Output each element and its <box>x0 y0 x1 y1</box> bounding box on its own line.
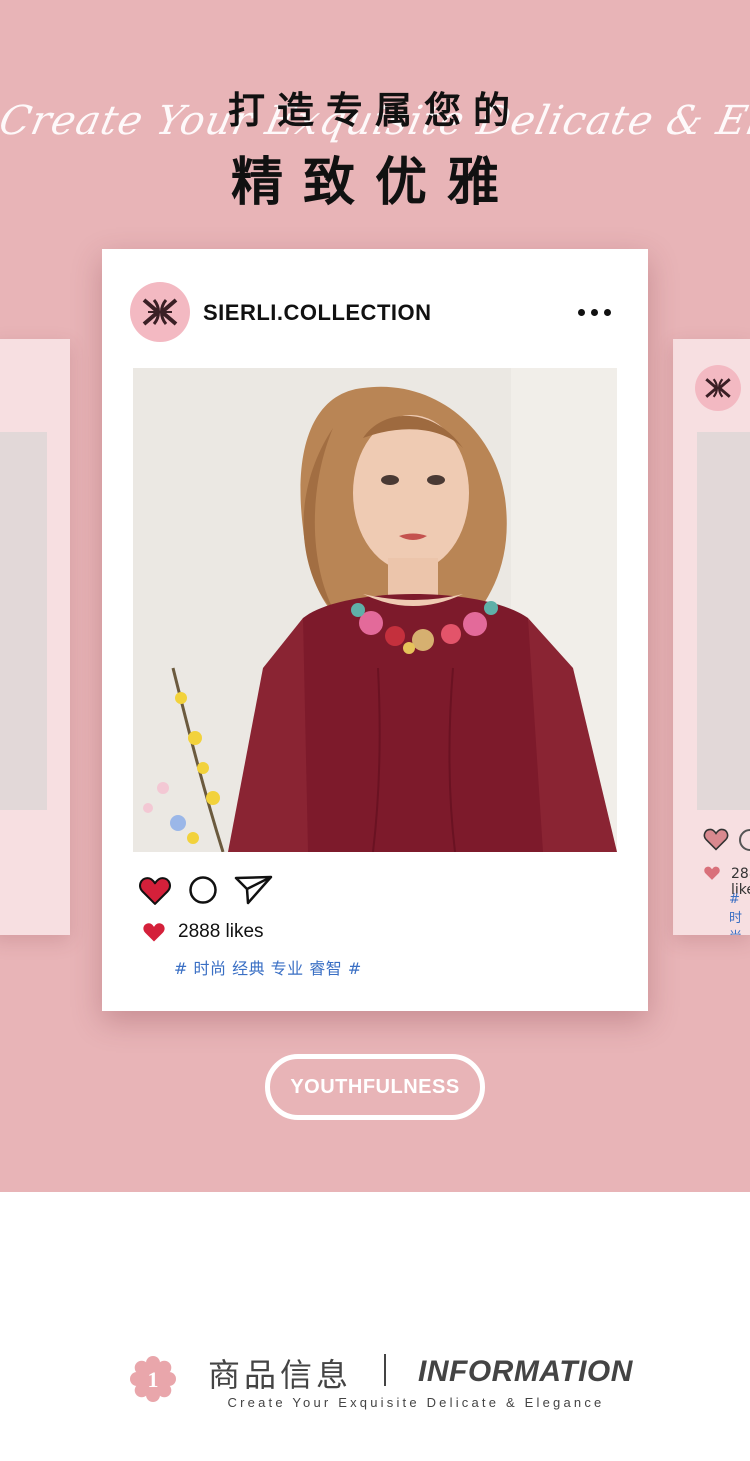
youthfulness-button[interactable]: YOUTHFULNESS <box>265 1054 485 1120</box>
comment-button[interactable] <box>188 875 218 905</box>
more-dots-icon <box>578 309 585 316</box>
like-button[interactable] <box>138 875 172 906</box>
info-title-en: INFORMATION <box>418 1355 633 1388</box>
heart-icon <box>143 923 165 942</box>
side-card-right: 2888 likes # 时尚 <box>673 339 750 935</box>
heart-icon <box>703 828 729 851</box>
share-icon <box>234 875 273 905</box>
post-photo[interactable] <box>133 368 617 852</box>
comment-icon <box>189 876 217 904</box>
comment-icon <box>739 829 750 851</box>
likes-count[interactable]: 2888 likes <box>178 921 264 943</box>
brand-logo-icon <box>142 298 178 326</box>
account-name[interactable]: SIERLI.COLLECTION <box>203 300 432 326</box>
badge-number: 1 <box>148 1367 159 1392</box>
hero-title-top: 打造专属您的 <box>228 89 522 132</box>
brand-avatar[interactable] <box>130 282 190 342</box>
hero-title-main: 精致优雅 <box>230 153 519 213</box>
brand-logo-icon <box>705 378 731 398</box>
post-tags[interactable]: # 时尚 经典 专业 睿智 # <box>174 955 362 979</box>
youthfulness-label: YOUTHFULNESS <box>290 1075 460 1098</box>
model-photo-illustration <box>133 368 617 852</box>
likes-row: 2888 likes <box>142 921 264 943</box>
post-actions <box>138 874 274 906</box>
heart-icon <box>139 876 171 905</box>
info-title-cn: 商品信息 <box>208 1356 353 1394</box>
side-tags-text: # 时尚 <box>729 892 743 935</box>
side-card-photo <box>0 432 47 810</box>
more-dots-icon <box>591 309 598 316</box>
heart-icon <box>704 866 720 880</box>
share-button[interactable] <box>234 874 274 906</box>
side-card-left <box>0 339 70 935</box>
info-subtitle: Create Your Exquisite Delicate & Eleganc… <box>227 1395 605 1410</box>
hero-section: 打造专属您的 Create Your Exquisite Delicate & … <box>0 0 750 1192</box>
info-divider <box>384 1354 386 1386</box>
side-brand-avatar <box>695 365 741 411</box>
more-dots-icon <box>604 309 611 316</box>
side-card-photo <box>697 432 750 810</box>
more-options-button[interactable] <box>574 305 615 320</box>
post-card: SIERLI.COLLECTION 2888 likes # 时尚 经典 专业 … <box>102 249 648 1011</box>
